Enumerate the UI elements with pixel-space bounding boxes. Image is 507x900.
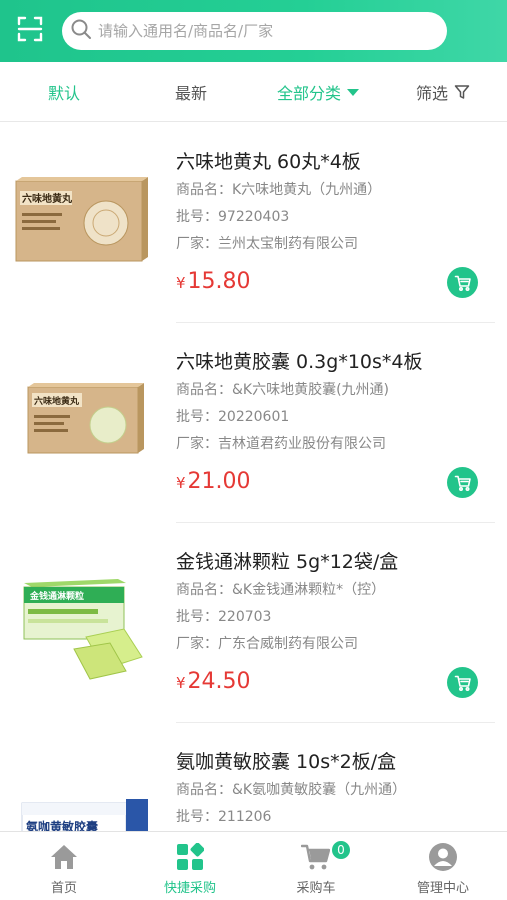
filter-default[interactable]: 默认 bbox=[48, 62, 80, 122]
product-manufacturer: 厂家：吉林道君药业股份有限公司 bbox=[176, 436, 386, 452]
product-batch: 批号：211206 bbox=[176, 809, 272, 825]
filter-category-dropdown[interactable]: 全部分类 bbox=[277, 62, 360, 122]
tab-cart-label: 采购车 bbox=[296, 881, 336, 896]
product-item[interactable]: 六味地黄丸 六味地黄胶囊 0.3g*10s*4板 商品名：&K六味地黄胶囊(九州… bbox=[0, 323, 507, 523]
product-trade-name: 商品名：&K六味地黄胶囊(九州通) bbox=[176, 382, 390, 398]
shopping-cart-icon: 0 bbox=[300, 839, 352, 873]
product-trade-name: 商品名：&K金钱通淋颗粒*（控） bbox=[176, 582, 386, 598]
cart-count-badge: 0 bbox=[330, 839, 352, 861]
product-trade-name: 商品名：&K氨咖黄敏胶囊（九州通） bbox=[176, 782, 407, 798]
top-header bbox=[0, 0, 507, 62]
filter-screen-label: 筛选 bbox=[416, 84, 449, 103]
tab-home-label: 首页 bbox=[50, 881, 77, 896]
box-label-text: 六味地黄丸 bbox=[34, 395, 80, 407]
product-batch: 批号：97220403 bbox=[176, 209, 290, 225]
home-icon bbox=[48, 841, 80, 873]
product-batch: 批号：220703 bbox=[176, 609, 272, 625]
tab-quick-purchase[interactable]: 快捷采购 bbox=[127, 832, 253, 900]
product-trade-name: 商品名：K六味地黄丸（九州通） bbox=[176, 182, 382, 198]
product-batch: 批号：20220601 bbox=[176, 409, 290, 425]
product-price: ¥15.80 bbox=[176, 269, 251, 294]
price-value: 15.80 bbox=[187, 269, 251, 294]
grid-icon bbox=[174, 841, 206, 873]
tab-management-label: 管理中心 bbox=[416, 881, 469, 896]
product-image: 金钱通淋颗粒 bbox=[14, 553, 154, 693]
product-name: 金钱通淋颗粒 5g*12袋/盒 bbox=[176, 551, 399, 573]
product-item[interactable]: 六味地黄丸 六味地黄丸 60丸*4板 商品名：K六味地黄丸（九州通） 批号：97… bbox=[0, 123, 507, 323]
product-name: 氨咖黄敏胶囊 10s*2板/盒 bbox=[176, 751, 397, 773]
filter-newest[interactable]: 最新 bbox=[175, 62, 207, 122]
product-name: 六味地黄胶囊 0.3g*10s*4板 bbox=[176, 351, 423, 373]
add-to-cart-button[interactable] bbox=[447, 667, 478, 698]
currency-symbol: ¥ bbox=[176, 674, 186, 692]
filter-screen-button[interactable]: 筛选 bbox=[416, 62, 470, 122]
box-label-text: 六味地黄丸 bbox=[22, 192, 73, 205]
tab-cart[interactable]: 0 采购车 bbox=[253, 832, 379, 900]
tab-quick-purchase-label: 快捷采购 bbox=[163, 881, 216, 896]
filter-bar: 默认 最新 全部分类 筛选 bbox=[0, 62, 507, 122]
add-to-cart-button[interactable] bbox=[447, 267, 478, 298]
product-manufacturer: 厂家：广东合威制药有限公司 bbox=[176, 636, 358, 652]
product-price: ¥24.50 bbox=[176, 669, 251, 694]
scan-button[interactable] bbox=[0, 0, 60, 62]
cart-icon bbox=[454, 674, 472, 692]
search-input[interactable] bbox=[98, 22, 418, 40]
bottom-tab-bar: 首页 快捷采购 0 采购车 管理中心 bbox=[0, 831, 507, 900]
funnel-icon bbox=[454, 84, 470, 100]
scan-icon bbox=[17, 16, 43, 46]
cart-icon bbox=[454, 274, 472, 292]
search-icon bbox=[70, 18, 92, 44]
add-to-cart-button[interactable] bbox=[447, 467, 478, 498]
product-price: ¥21.00 bbox=[176, 469, 251, 494]
product-image: 六味地黄丸 bbox=[14, 353, 154, 493]
currency-symbol: ¥ bbox=[176, 474, 186, 492]
user-avatar-icon bbox=[427, 841, 459, 873]
product-image: 六味地黄丸 bbox=[14, 153, 154, 293]
product-name: 六味地黄丸 60丸*4板 bbox=[176, 151, 361, 173]
currency-symbol: ¥ bbox=[176, 274, 186, 292]
filter-default-label: 默认 bbox=[48, 84, 81, 103]
price-value: 21.00 bbox=[187, 469, 251, 494]
box-label-text: 金钱通淋颗粒 bbox=[29, 590, 84, 602]
triangle-down-icon bbox=[347, 88, 360, 96]
product-manufacturer: 厂家：兰州太宝制药有限公司 bbox=[176, 236, 358, 252]
filter-category-label: 全部分类 bbox=[277, 84, 342, 103]
cart-icon bbox=[454, 474, 472, 492]
search-bar[interactable] bbox=[62, 12, 447, 50]
tab-management[interactable]: 管理中心 bbox=[380, 832, 506, 900]
product-item[interactable]: 金钱通淋颗粒 金钱通淋颗粒 5g*12袋/盒 商品名：&K金钱通淋颗粒*（控） … bbox=[0, 523, 507, 723]
tab-home[interactable]: 首页 bbox=[1, 832, 127, 900]
price-value: 24.50 bbox=[187, 669, 251, 694]
filter-newest-label: 最新 bbox=[175, 84, 208, 103]
